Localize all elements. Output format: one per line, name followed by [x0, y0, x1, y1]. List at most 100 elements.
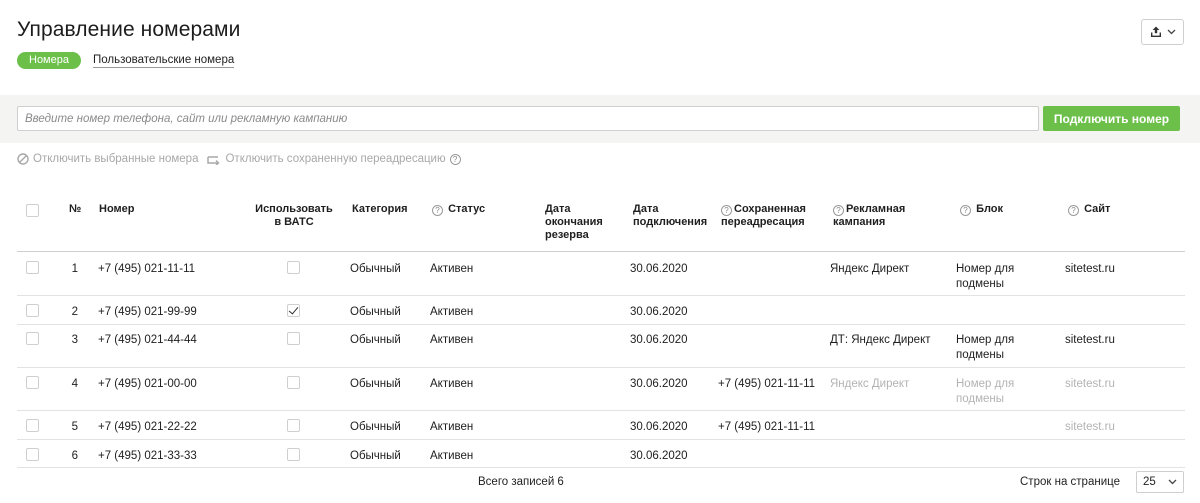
row-connected-date: 30.06.2020 — [630, 334, 688, 346]
row-connected-date: 30.06.2020 — [630, 421, 688, 433]
col-header-status: ? Статус — [432, 203, 485, 216]
col-header-reserve-end: Дата окончания резерва — [545, 203, 603, 241]
col-header-category: Категория — [352, 203, 408, 215]
row-status: Активен — [430, 306, 474, 318]
row-select-checkbox[interactable] — [26, 261, 39, 274]
row-divider — [17, 367, 1185, 368]
row-site[interactable]: sitetest.ru — [1065, 420, 1115, 435]
row-phone: +7 (495) 021-33-33 — [98, 450, 197, 462]
col-header-site: ? Сайт — [1068, 203, 1110, 216]
row-divider — [17, 295, 1185, 296]
row-select-checkbox[interactable] — [26, 448, 39, 461]
row-number: 2 — [71, 306, 78, 318]
row-forwarding: +7 (495) 021-11-11 — [718, 421, 816, 433]
row-site[interactable]: sitetest.ru — [1065, 377, 1115, 392]
forward-icon — [207, 155, 221, 165]
row-number: 1 — [71, 263, 78, 275]
upload-icon — [1150, 26, 1161, 37]
col-header-num: № — [69, 203, 82, 215]
help-icon[interactable]: ? — [833, 205, 844, 216]
header-divider — [17, 251, 1185, 252]
total-records: Всего записей 6 — [478, 476, 564, 488]
select-all-checkbox[interactable] — [26, 204, 39, 217]
row-connected-date: 30.06.2020 — [630, 306, 688, 318]
vats-checkbox[interactable] — [287, 448, 300, 461]
row-phone: +7 (495) 021-44-44 — [98, 334, 197, 346]
col-header-connected: Дата подключения — [633, 203, 708, 228]
disable-selected-action[interactable]: Отключить выбранные номера — [17, 153, 198, 165]
row-connected-date: 30.06.2020 — [630, 263, 688, 275]
vats-checkbox[interactable] — [287, 332, 300, 345]
help-icon[interactable]: ? — [960, 205, 971, 216]
row-divider — [17, 467, 1185, 468]
bulk-actions: Отключить выбранные номера Отключить сох… — [17, 153, 470, 165]
row-divider — [17, 439, 1185, 440]
vats-checkbox[interactable] — [287, 304, 300, 317]
vats-checkbox[interactable] — [287, 419, 300, 432]
tabs: Номера Пользовательские номера — [17, 52, 235, 69]
row-campaign: Яндекс Директ — [830, 263, 910, 275]
row-forwarding: +7 (495) 021-11-11 — [718, 378, 816, 390]
help-icon[interactable]: ? — [449, 153, 461, 165]
row-phone: +7 (495) 021-22-22 — [98, 421, 197, 433]
row-category: Обычный — [350, 334, 401, 346]
search-input[interactable] — [17, 106, 1039, 131]
row-phone: +7 (495) 021-11-11 — [98, 263, 196, 275]
tab-custom-numbers[interactable]: Пользовательские номера — [92, 53, 235, 68]
row-category: Обычный — [350, 421, 401, 433]
row-divider — [17, 410, 1185, 411]
row-status: Активен — [430, 378, 474, 390]
row-status: Активен — [430, 421, 474, 433]
row-phone: +7 (495) 021-99-99 — [98, 306, 197, 318]
row-number: 4 — [71, 378, 78, 390]
help-icon[interactable]: ? — [1068, 205, 1079, 216]
connect-number-button[interactable]: Подключить номер — [1043, 106, 1180, 131]
col-header-block: ? Блок — [960, 203, 1003, 216]
rows-per-page-value: 25 — [1143, 476, 1156, 488]
block-icon — [17, 153, 29, 165]
vats-checkbox[interactable] — [287, 261, 300, 274]
page-title: Управление номерами — [17, 18, 241, 41]
col-header-forwarding: ? Сохраненная переадресация — [721, 203, 806, 228]
row-status: Активен — [430, 334, 474, 346]
export-button[interactable] — [1141, 19, 1184, 45]
row-connected-date: 30.06.2020 — [630, 450, 688, 462]
help-icon[interactable]: ? — [721, 205, 732, 216]
row-category: Обычный — [350, 450, 401, 462]
row-phone: +7 (495) 021-00-00 — [98, 378, 197, 390]
tab-numbers[interactable]: Номера — [17, 52, 81, 69]
row-block: Номер для подмены — [956, 334, 1015, 361]
rows-per-page-select[interactable]: 25 — [1136, 471, 1184, 493]
row-connected-date: 30.06.2020 — [630, 378, 688, 390]
row-block: Номер для подмены — [956, 263, 1015, 290]
row-status: Активен — [430, 263, 474, 275]
chevron-down-icon — [1168, 479, 1177, 485]
row-category: Обычный — [350, 306, 401, 318]
row-site[interactable]: sitetest.ru — [1065, 262, 1115, 277]
row-campaign: Яндекс Директ — [830, 378, 910, 390]
row-category: Обычный — [350, 378, 401, 390]
row-category: Обычный — [350, 263, 401, 275]
row-select-checkbox[interactable] — [26, 332, 39, 345]
row-select-checkbox[interactable] — [26, 304, 39, 317]
col-header-phone: Номер — [99, 203, 135, 215]
row-select-checkbox[interactable] — [26, 419, 39, 432]
row-site[interactable]: sitetest.ru — [1065, 333, 1115, 348]
disable-forwarding-action[interactable]: Отключить сохраненную переадресацию ? — [207, 153, 461, 165]
vats-checkbox[interactable] — [287, 376, 300, 389]
row-number: 5 — [71, 421, 78, 433]
row-select-checkbox[interactable] — [26, 376, 39, 389]
row-campaign: ДТ: Яндекс Директ — [830, 334, 931, 346]
disable-selected-label: Отключить выбранные номера — [33, 153, 199, 165]
row-number: 6 — [71, 450, 78, 462]
row-block: Номер для подмены — [956, 378, 1015, 405]
row-number: 3 — [71, 334, 78, 346]
rows-per-page-label: Строк на странице — [1020, 476, 1120, 488]
help-icon[interactable]: ? — [432, 205, 443, 216]
row-divider — [17, 324, 1185, 325]
row-status: Активен — [430, 450, 474, 462]
disable-forwarding-label: Отключить сохраненную переадресацию — [225, 153, 446, 165]
chevron-down-icon — [1167, 29, 1175, 35]
col-header-campaign: ? Рекламная кампания — [833, 203, 906, 228]
col-header-vats: Использовать в ВАТС — [255, 203, 333, 228]
